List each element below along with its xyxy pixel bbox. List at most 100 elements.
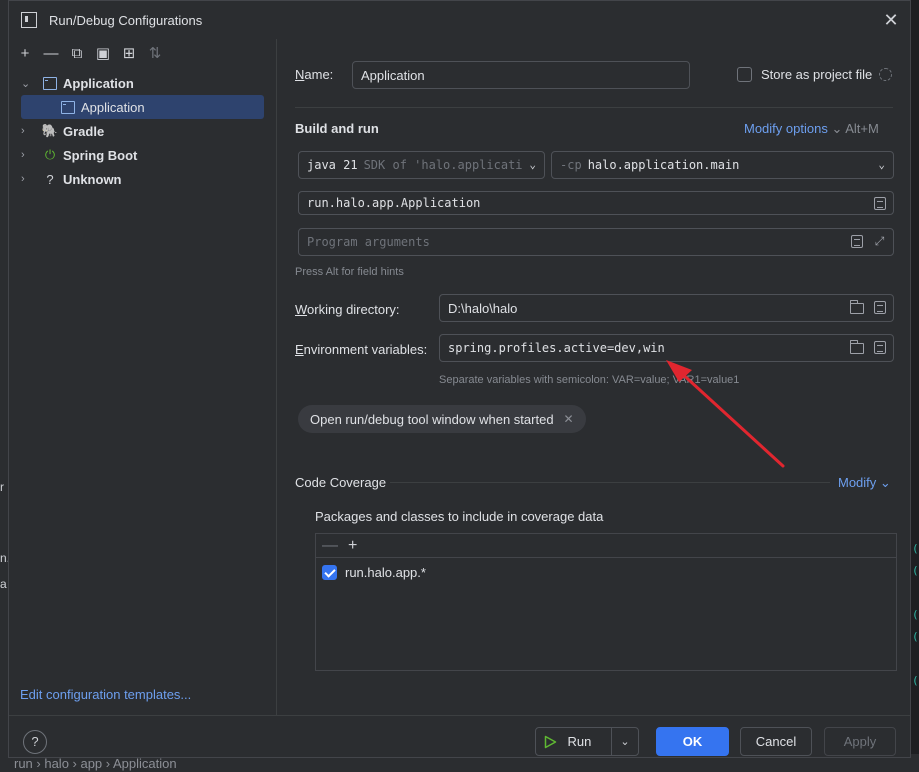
background-text-fragment: a (0, 577, 7, 591)
name-input-value: Application (361, 67, 425, 83)
background-gutter-mark: ( (912, 630, 919, 643)
separator (390, 482, 830, 483)
coverage-modify-label: Modify (838, 475, 877, 490)
working-directory-input[interactable]: D:\halo\halo (439, 294, 894, 322)
tree-group-application[interactable]: ⌄ Application (9, 71, 276, 95)
expand-icon[interactable]: ⤢ (872, 234, 887, 249)
apply-button[interactable]: Apply (824, 727, 896, 756)
dialog-titlebar: Run/Debug Configurations ✕ (9, 1, 910, 39)
tree-group-label: Spring Boot (63, 147, 138, 163)
modify-options-shortcut: Alt+M (845, 121, 879, 136)
application-icon (43, 76, 57, 90)
sort-icon[interactable]: ⇅ (145, 43, 165, 63)
jdk-hint: SDK of 'halo.applicati (363, 158, 523, 172)
gear-icon[interactable] (879, 68, 892, 81)
tree-item-application[interactable]: Application (21, 95, 264, 119)
tree-group-gradle[interactable]: › 🐘 Gradle (9, 119, 276, 143)
configurations-tree: ⌄ Application Application › 🐘 Gradle › ⏻… (9, 71, 276, 191)
store-as-project-label: Store as project file (761, 67, 873, 82)
spring-boot-icon: ⏻ (44, 147, 56, 162)
list-icon (873, 197, 886, 210)
tree-item-label: Application (81, 99, 145, 115)
chevron-right-icon[interactable]: › (21, 149, 37, 161)
remove-icon[interactable]: — (41, 43, 61, 63)
separator (295, 107, 893, 108)
chevron-down-icon[interactable]: ⌄ (611, 728, 630, 755)
save-icon[interactable]: ▣ (93, 43, 113, 63)
browse-list-icon[interactable] (872, 196, 887, 211)
coverage-entry-label: run.halo.app.* (345, 564, 426, 580)
tree-group-label: Unknown (63, 171, 122, 187)
classpath-value: halo.application.main (587, 158, 740, 172)
field-hints-text: Press Alt for field hints (295, 266, 404, 278)
coverage-toolbar: — + (316, 534, 896, 558)
coverage-entry-row[interactable]: run.halo.app.* (316, 558, 896, 586)
coverage-packages-label: Packages and classes to include in cover… (315, 509, 604, 524)
environment-variables-value: spring.profiles.active=dev,win (448, 341, 665, 355)
chevron-down-icon[interactable]: ⌄ (21, 77, 37, 90)
add-icon[interactable]: + (15, 43, 35, 63)
jdk-select[interactable]: java 21 SDK of 'halo.applicati ⌄ (298, 151, 545, 179)
configurations-tree-pane: + — ⧉ ▣ ⊞ ⇅ ⌄ Application Application › … (9, 39, 277, 715)
application-icon (61, 100, 75, 114)
name-label: Name: (295, 67, 334, 82)
add-icon[interactable]: + (348, 537, 357, 555)
program-arguments-icons: ⤢ (849, 234, 887, 249)
chip-label: Open run/debug tool window when started (310, 411, 554, 427)
folder-icon[interactable] (849, 340, 864, 355)
ok-button[interactable]: OK (656, 727, 729, 756)
close-icon[interactable]: ✕ (564, 412, 574, 426)
list-icon (850, 235, 863, 248)
background-gutter-mark: ( (912, 608, 919, 621)
coverage-modify-link[interactable]: Modify ⌄ (838, 475, 891, 491)
program-arguments-input[interactable]: Program arguments ⤢ (298, 228, 894, 256)
coverage-table: — + run.halo.app.* (315, 533, 897, 671)
background-ide-right-strip: ( ( ( ( ( (911, 0, 919, 772)
program-arguments-placeholder: Program arguments (307, 235, 430, 249)
main-class-icons (872, 196, 887, 211)
dialog-footer: ? Run ⌄ OK Cancel Apply (9, 715, 910, 759)
run-debug-dialog: Run/Debug Configurations ✕ + — ⧉ ▣ ⊞ ⇅ ⌄… (8, 0, 911, 758)
environment-variables-hint: Separate variables with semicolon: VAR=v… (439, 374, 740, 386)
jdk-value: java 21 (307, 158, 358, 172)
chevron-right-icon[interactable]: › (21, 173, 37, 185)
macro-list-icon[interactable] (872, 300, 887, 315)
macro-list-icon[interactable] (849, 234, 864, 249)
chevron-down-icon: ⌄ (529, 158, 536, 171)
classpath-module-select[interactable]: -cp halo.application.main ⌄ (551, 151, 894, 179)
main-class-input[interactable]: run.halo.app.Application (298, 191, 894, 215)
run-button[interactable]: Run ⌄ (535, 727, 639, 756)
code-coverage-title: Code Coverage (295, 475, 387, 490)
modify-options-link[interactable]: Modify options ⌄ Alt+M (744, 121, 879, 137)
background-text-fragment: r (0, 480, 4, 494)
store-as-project-checkbox[interactable] (737, 67, 752, 82)
build-run-title: Build and run (295, 121, 379, 136)
tree-group-label: Gradle (63, 123, 105, 139)
coverage-entry-checkbox[interactable] (322, 564, 337, 580)
cancel-button[interactable]: Cancel (740, 727, 812, 756)
copy-icon[interactable]: ⧉ (67, 43, 87, 63)
open-tool-window-chip[interactable]: Open run/debug tool window when started … (298, 405, 586, 433)
chevron-right-icon[interactable]: › (21, 125, 37, 137)
new-folder-icon[interactable]: ⊞ (119, 43, 139, 63)
name-input[interactable]: Application (352, 61, 690, 89)
folder-icon[interactable] (849, 300, 864, 315)
tree-group-spring-boot[interactable]: › ⏻ Spring Boot (9, 143, 276, 167)
edit-env-list-icon[interactable] (872, 340, 887, 355)
main-class-value: run.halo.app.Application (307, 196, 481, 210)
environment-variables-icons (849, 340, 887, 355)
tree-group-unknown[interactable]: › ? Unknown (9, 167, 276, 191)
chevron-down-icon: ⌄ (831, 121, 846, 136)
working-directory-value: D:\halo\halo (448, 300, 518, 316)
environment-variables-input[interactable]: spring.profiles.active=dev,win (439, 334, 894, 362)
working-directory-icons (849, 300, 887, 315)
dialog-title: Run/Debug Configurations (49, 12, 203, 28)
edit-templates-link[interactable]: Edit configuration templates... (20, 687, 191, 702)
help-button[interactable]: ? (23, 730, 47, 754)
classpath-prefix: -cp (560, 158, 582, 172)
list-icon (873, 341, 886, 354)
background-gutter-mark: ( (912, 674, 919, 687)
folder-shape (849, 340, 864, 354)
close-icon[interactable]: ✕ (882, 11, 900, 29)
remove-icon[interactable]: — (322, 537, 338, 555)
